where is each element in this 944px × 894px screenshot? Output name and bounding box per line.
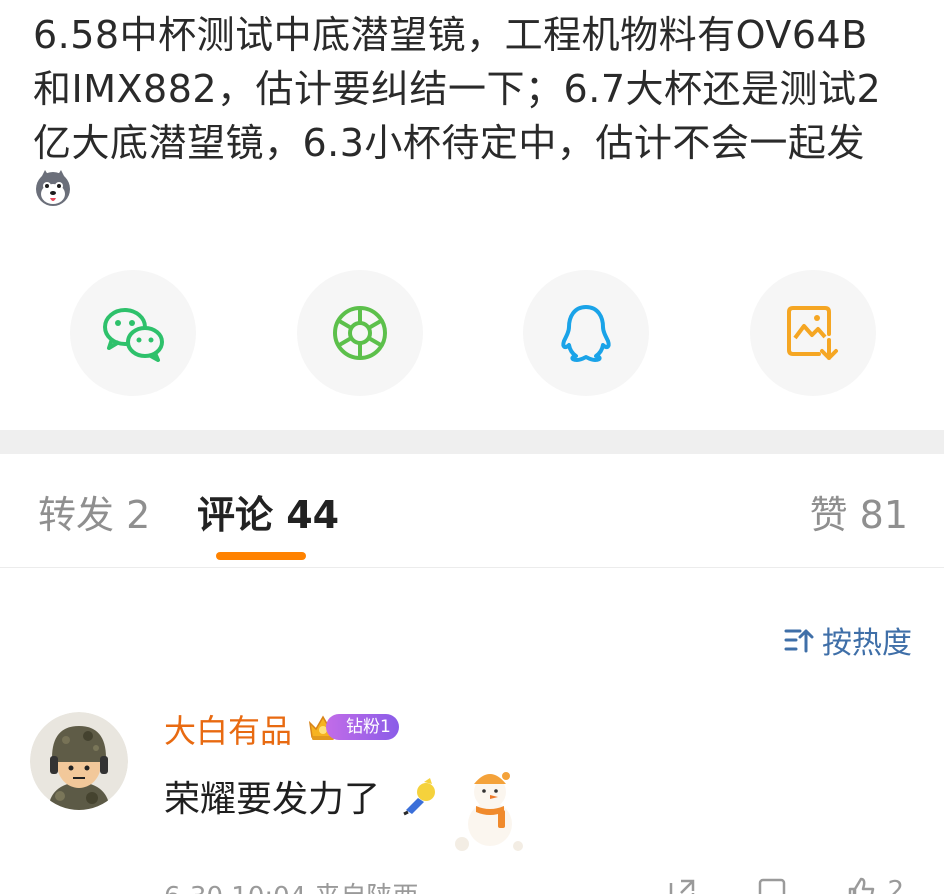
comment-like-count: 2 — [887, 876, 904, 894]
share-wechat-button[interactable] — [70, 270, 196, 396]
comment-text: 荣耀要发力了 — [164, 779, 381, 820]
qq-icon — [561, 305, 611, 362]
share-row — [0, 270, 944, 396]
thumbs-up-icon — [849, 877, 875, 894]
share-qq-button[interactable] — [523, 270, 649, 396]
avatar[interactable] — [30, 712, 128, 810]
comment-meta: 6-30 10:04 来自陕西 — [164, 876, 418, 894]
share-icon[interactable] — [667, 877, 697, 894]
section-divider — [0, 430, 944, 454]
fan-badge-label: 钻粉1 — [326, 714, 399, 740]
save-image-button[interactable] — [750, 270, 876, 396]
reply-icon[interactable] — [757, 877, 787, 894]
sort-label: 按热度 — [822, 626, 912, 661]
active-tab-indicator — [216, 552, 306, 560]
post-line: 6.58中杯测试中底潜望镜，工程机物料有OV64B — [33, 13, 868, 57]
flexing-arm-icon — [403, 778, 435, 816]
post-body: 6.58中杯测试中底潜望镜，工程机物料有OV64B 和IMX882，估计要纠结一… — [33, 8, 923, 170]
comment-username[interactable]: 大白有品 — [164, 706, 292, 752]
share-moments-button[interactable] — [297, 270, 423, 396]
snowman-sticker-icon — [455, 772, 523, 851]
wechat-icon — [103, 308, 164, 362]
fan-badge[interactable]: 钻粉1 — [306, 710, 399, 744]
sort-by-hot-button[interactable]: 按热度 — [784, 618, 912, 662]
tab-comment[interactable]: 评论 44 — [197, 492, 339, 538]
save-image-icon — [787, 306, 838, 360]
husky-emoji-icon — [36, 170, 70, 206]
moments-icon — [333, 306, 387, 360]
post-line: 和IMX882，估计要纠结一下；6.7大杯还是测试2 — [33, 67, 882, 111]
interaction-tabs: 转发 2 评论 44 赞 81 — [0, 454, 944, 568]
tab-like[interactable]: 赞 81 — [810, 492, 908, 538]
sort-icon — [784, 629, 814, 653]
tab-repost[interactable]: 转发 2 — [38, 492, 150, 538]
like-button[interactable]: 2 — [847, 876, 904, 894]
comment-actions: 2 — [667, 876, 904, 894]
post-line: 亿大底潜望镜，6.3小杯待定中，估计不会一起发 — [33, 121, 865, 165]
